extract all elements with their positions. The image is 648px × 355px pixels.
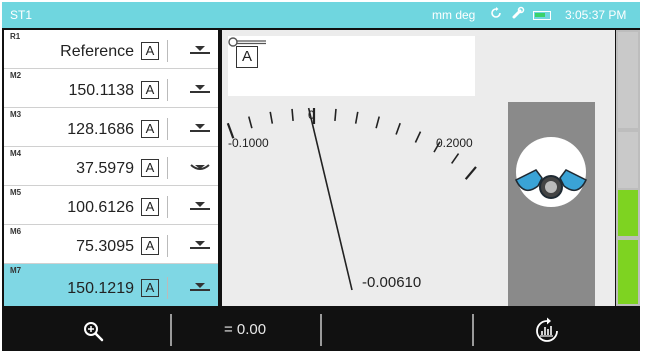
list-item[interactable]: M4 37.5979 A — [4, 147, 218, 186]
status-bar: ST1 mm deg 3:05:37 PM — [2, 2, 640, 28]
row-value: 100.6126 — [67, 199, 134, 216]
function-dropdown-icon[interactable] — [188, 196, 212, 216]
bottom-value: = 0.00 — [224, 321, 267, 338]
list-item[interactable]: M5 100.6126 A — [4, 186, 218, 225]
list-item[interactable]: M6 75.3095 A — [4, 225, 218, 264]
wrench-icon[interactable] — [511, 6, 525, 20]
cycle-chart-icon[interactable] — [532, 316, 562, 346]
row-value: 37.5979 — [76, 160, 134, 177]
list-item[interactable]: R1 Reference A — [4, 30, 218, 69]
function-arc-icon[interactable] — [188, 157, 212, 177]
dial-tick — [464, 166, 477, 180]
row-value: 150.1219 — [67, 280, 134, 297]
row-value: 150.1138 — [68, 82, 134, 99]
function-dropdown-icon[interactable] — [188, 277, 212, 297]
toolbar-divider — [170, 314, 172, 346]
row-id: M2 — [10, 71, 22, 80]
channel-badge[interactable]: A — [141, 237, 159, 255]
dial-tick — [334, 108, 337, 121]
dial-tick — [375, 116, 380, 129]
channel-badge[interactable]: A — [141, 42, 159, 60]
row-id: M3 — [10, 110, 22, 119]
clock: 3:05:37 PM — [565, 8, 627, 22]
level-bar — [616, 30, 640, 306]
level-segment-active — [618, 240, 638, 304]
battery-icon — [533, 11, 551, 20]
row-id: M5 — [10, 188, 22, 197]
divider — [167, 157, 168, 179]
divider — [167, 277, 168, 299]
probe-orientation-icon — [515, 137, 587, 207]
level-segment — [618, 132, 638, 188]
dial-readout: -0.00610 — [362, 274, 422, 291]
divider — [167, 118, 168, 140]
channel-badge[interactable]: A — [141, 279, 159, 297]
dial-tick — [248, 116, 253, 129]
toolbar-divider — [320, 314, 322, 346]
row-value: 75.3095 — [76, 238, 134, 255]
toolbar-divider — [472, 314, 474, 346]
divider — [167, 40, 168, 62]
row-id: M7 — [10, 266, 22, 275]
units-label: mm deg — [432, 8, 476, 22]
dial-tick — [291, 108, 294, 121]
refresh-icon[interactable] — [489, 6, 503, 20]
channel-badge[interactable]: A — [141, 120, 159, 138]
dial-max-label: 0.2000 — [436, 136, 473, 150]
measurement-list: R1 Reference A M2 150.1138 A M3 128.1686… — [4, 30, 218, 306]
dial-tick — [269, 111, 274, 124]
row-id: R1 — [10, 32, 21, 41]
function-dropdown-icon[interactable] — [188, 79, 212, 99]
probe-panel — [508, 102, 595, 306]
dial-tick — [414, 131, 422, 143]
channel-badge[interactable]: A — [141, 159, 159, 177]
channel-badge[interactable]: A — [141, 198, 159, 216]
dial-zero-label: 0 — [308, 108, 315, 122]
row-value: 128.1686 — [67, 121, 134, 138]
channel-badge[interactable]: A — [141, 81, 159, 99]
list-item[interactable]: M3 128.1686 A — [4, 108, 218, 147]
dial-tick — [451, 153, 460, 164]
row-id: M4 — [10, 149, 22, 158]
zoom-icon[interactable] — [82, 320, 104, 342]
function-dropdown-icon[interactable] — [188, 118, 212, 138]
bottom-toolbar: = 0.00 — [2, 308, 640, 351]
function-dropdown-icon[interactable] — [188, 40, 212, 60]
divider — [167, 196, 168, 218]
station-title: ST1 — [10, 8, 33, 22]
divider — [167, 235, 168, 257]
divider — [167, 79, 168, 101]
function-dropdown-icon[interactable] — [188, 235, 212, 255]
dial-tick — [354, 111, 359, 124]
dial-min-label: -0.1000 — [228, 136, 269, 150]
screen: ST1 mm deg 3:05:37 PM R1 Reference A M2 … — [2, 2, 640, 351]
gauge-panel: A -0.1000 0 0.2000 -0.00610 — [222, 30, 615, 306]
list-item-selected[interactable]: M7 150.1219 A — [4, 264, 218, 306]
level-segment-active — [618, 190, 638, 236]
row-id: M6 — [10, 227, 22, 236]
row-value: Reference — [60, 43, 134, 60]
list-item[interactable]: M2 150.1138 A — [4, 69, 218, 108]
dial-tick — [395, 122, 401, 135]
dial-needle — [307, 107, 353, 291]
level-segment — [618, 32, 638, 128]
